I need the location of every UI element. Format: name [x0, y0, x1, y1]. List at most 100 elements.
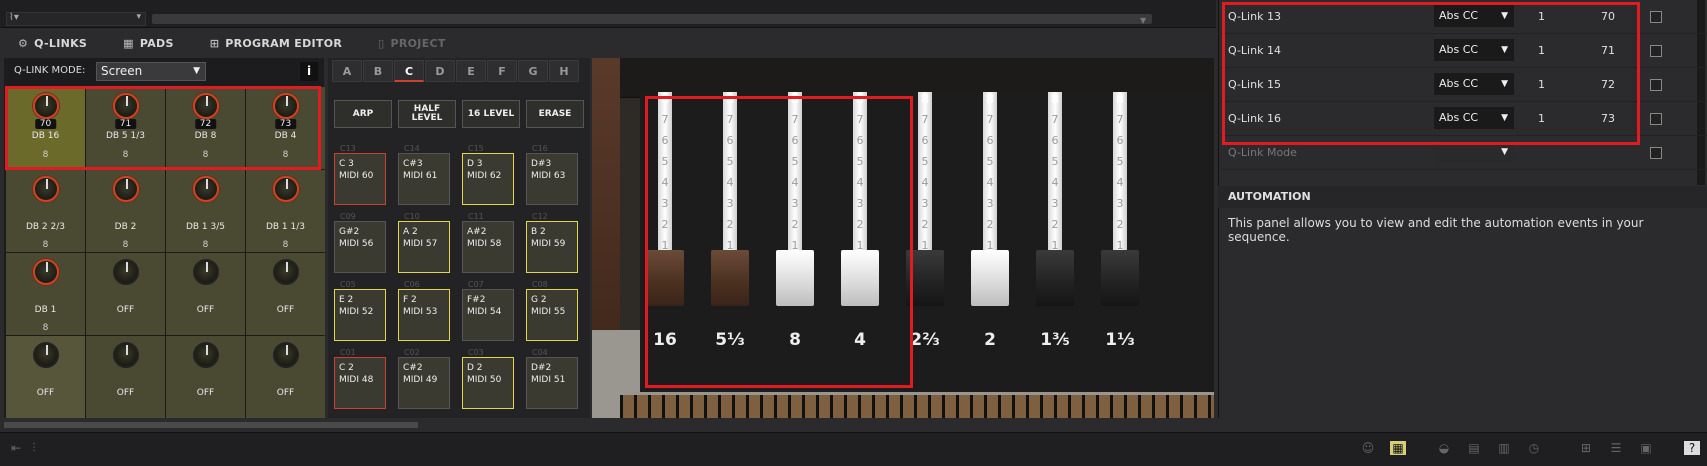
help-icon[interactable]: ?: [1684, 441, 1700, 455]
qlink-type-select[interactable]: Abs CC ▼: [1434, 107, 1514, 129]
qlink-knob-cell[interactable]: OFF: [246, 253, 325, 335]
drawbar[interactable]: 8 7 6 5 4 3 2 1 5⅓: [707, 92, 753, 350]
qlink-knob-cell[interactable]: DB 2 8: [86, 170, 165, 252]
pad-bank-b[interactable]: B: [363, 60, 393, 82]
qlink-knob-cell[interactable]: DB 2 2/3 8: [6, 170, 85, 252]
16-level-button[interactable]: 16 LEVEL: [462, 100, 520, 128]
keyboard-icon[interactable]: ▦: [1390, 441, 1406, 455]
qlink-type-select[interactable]: ▼: [1434, 141, 1514, 163]
pad-button[interactable]: F 2 MIDI 53: [398, 289, 450, 341]
pad-bank-a[interactable]: A: [332, 60, 362, 82]
knob-icon[interactable]: [112, 259, 139, 285]
qlink-knob-cell[interactable]: OFF: [6, 336, 85, 418]
qlink-channel[interactable]: 1: [1538, 10, 1545, 23]
qlink-knob-cell[interactable]: 70 DB 16 8: [6, 87, 85, 169]
pad-button[interactable]: A#2 MIDI 58: [462, 221, 514, 273]
browser-icon[interactable]: ▥: [1496, 441, 1512, 455]
qlink-knob-cell[interactable]: 73 DB 4 8: [246, 87, 325, 169]
tab-program-editor[interactable]: ⊞ PROGRAM EDITOR: [192, 30, 360, 56]
drawbar[interactable]: 8 7 6 5 4 3 2 1 2⅔: [902, 92, 948, 350]
arp-button[interactable]: ARP: [334, 100, 392, 128]
qlink-mode-select[interactable]: Screen ▼: [96, 62, 206, 81]
horizontal-scrollbar[interactable]: [4, 422, 418, 428]
qlink-knob-cell[interactable]: DB 1 8: [6, 253, 85, 335]
knob-icon[interactable]: [32, 342, 59, 368]
wave-dropdown[interactable]: ⌇▾ ▾: [6, 12, 146, 26]
qlink-type-select[interactable]: Abs CC ▼: [1434, 39, 1514, 61]
pad-bank-h[interactable]: H: [549, 60, 579, 82]
mixer-icon[interactable]: ⫶: [26, 441, 42, 455]
pad-button[interactable]: D 3 MIDI 62: [462, 153, 514, 205]
knob-icon[interactable]: [192, 342, 219, 368]
knob-icon[interactable]: [192, 93, 219, 119]
plugin-icon[interactable]: ▣: [1638, 441, 1654, 455]
file-icon[interactable]: ▤: [1466, 441, 1482, 455]
pad-bank-e[interactable]: E: [456, 60, 486, 82]
info-button[interactable]: i: [300, 62, 318, 81]
pad-button[interactable]: G#2 MIDI 56: [334, 221, 386, 273]
qlink-knob-cell[interactable]: 71 DB 5 1/3 8: [86, 87, 165, 169]
drawbar[interactable]: 876543214: [837, 92, 883, 350]
qlink-knob-cell[interactable]: OFF: [166, 336, 245, 418]
qlink-cc-number[interactable]: 71: [1588, 44, 1628, 57]
qlink-knob-cell[interactable]: OFF: [86, 253, 165, 335]
grid-view-icon[interactable]: ⊞: [1578, 441, 1594, 455]
qlink-checkbox[interactable]: [1650, 11, 1662, 23]
qlink-knob-cell[interactable]: DB 1 1/3 8: [246, 170, 325, 252]
pad-button[interactable]: G 2 MIDI 55: [526, 289, 578, 341]
qlink-checkbox[interactable]: [1650, 113, 1662, 125]
headphones-icon[interactable]: ◒: [1436, 441, 1452, 455]
qlink-type-select[interactable]: Abs CC ▼: [1434, 73, 1514, 95]
knob-icon[interactable]: [272, 342, 299, 368]
qlink-checkbox[interactable]: [1650, 79, 1662, 91]
pad-button[interactable]: C#3 MIDI 61: [398, 153, 450, 205]
knob-icon[interactable]: [32, 93, 59, 119]
smiley-icon[interactable]: ☺: [1360, 441, 1376, 455]
pad-button[interactable]: D 2 MIDI 50: [462, 357, 514, 409]
drawbar-handle[interactable]: [646, 250, 684, 306]
history-icon[interactable]: ◷: [1526, 441, 1542, 455]
half-level-button[interactable]: HALF LEVEL: [398, 100, 456, 128]
knob-icon[interactable]: [32, 259, 59, 285]
qlink-cc-number[interactable]: 70: [1588, 10, 1628, 23]
knob-icon[interactable]: [192, 259, 219, 285]
qlink-knob-cell[interactable]: OFF: [246, 336, 325, 418]
drawbar-handle[interactable]: [971, 250, 1009, 306]
qlink-channel[interactable]: 1: [1538, 112, 1545, 125]
tab-project[interactable]: ▯ PROJECT: [360, 30, 464, 56]
pad-button[interactable]: F#2 MIDI 54: [462, 289, 514, 341]
pad-bank-d[interactable]: D: [425, 60, 455, 82]
drawbar[interactable]: 8 7 6 5 4 3 2 1 1⅗: [1032, 92, 1078, 350]
knob-icon[interactable]: [112, 93, 139, 119]
knob-icon[interactable]: [112, 342, 139, 368]
knob-icon[interactable]: [32, 176, 59, 202]
knob-icon[interactable]: [192, 176, 219, 202]
qlink-type-select[interactable]: Abs CC ▼: [1434, 5, 1514, 27]
qlink-checkbox[interactable]: [1650, 147, 1662, 159]
erase-button[interactable]: ERASE: [526, 100, 584, 128]
pad-bank-g[interactable]: G: [518, 60, 548, 82]
pad-button[interactable]: D#3 MIDI 63: [526, 153, 578, 205]
pad-button[interactable]: A 2 MIDI 57: [398, 221, 450, 273]
pad-bank-c[interactable]: C: [394, 60, 424, 82]
tab-pads[interactable]: ▦ PADS: [105, 30, 192, 56]
pad-button[interactable]: E 2 MIDI 52: [334, 289, 386, 341]
qlink-checkbox[interactable]: [1650, 45, 1662, 57]
drawbar-handle[interactable]: [1036, 250, 1074, 306]
drawbar[interactable]: 8 7 6 5 4 3 2 1 16: [642, 92, 688, 350]
drawbar[interactable]: 8 7 6 5 4 3 2 1 1⅓: [1097, 92, 1143, 350]
drawbar[interactable]: 876543218: [772, 92, 818, 350]
pad-button[interactable]: C 3 MIDI 60: [334, 153, 386, 205]
qlink-channel[interactable]: 1: [1538, 78, 1545, 91]
knob-icon[interactable]: [112, 176, 139, 202]
back-arrow-icon[interactable]: ⇤: [8, 441, 24, 455]
qlink-knob-cell[interactable]: DB 1 3/5 8: [166, 170, 245, 252]
pad-button[interactable]: B 2 MIDI 59: [526, 221, 578, 273]
pad-button[interactable]: C#2 MIDI 49: [398, 357, 450, 409]
drawbar-handle[interactable]: [776, 250, 814, 306]
pad-button[interactable]: C 2 MIDI 48: [334, 357, 386, 409]
drawbar[interactable]: 876543212: [967, 92, 1013, 350]
qlink-knob-cell[interactable]: OFF: [166, 253, 245, 335]
drawbar-handle[interactable]: [1101, 250, 1139, 306]
pad-button[interactable]: D#2 MIDI 51: [526, 357, 578, 409]
